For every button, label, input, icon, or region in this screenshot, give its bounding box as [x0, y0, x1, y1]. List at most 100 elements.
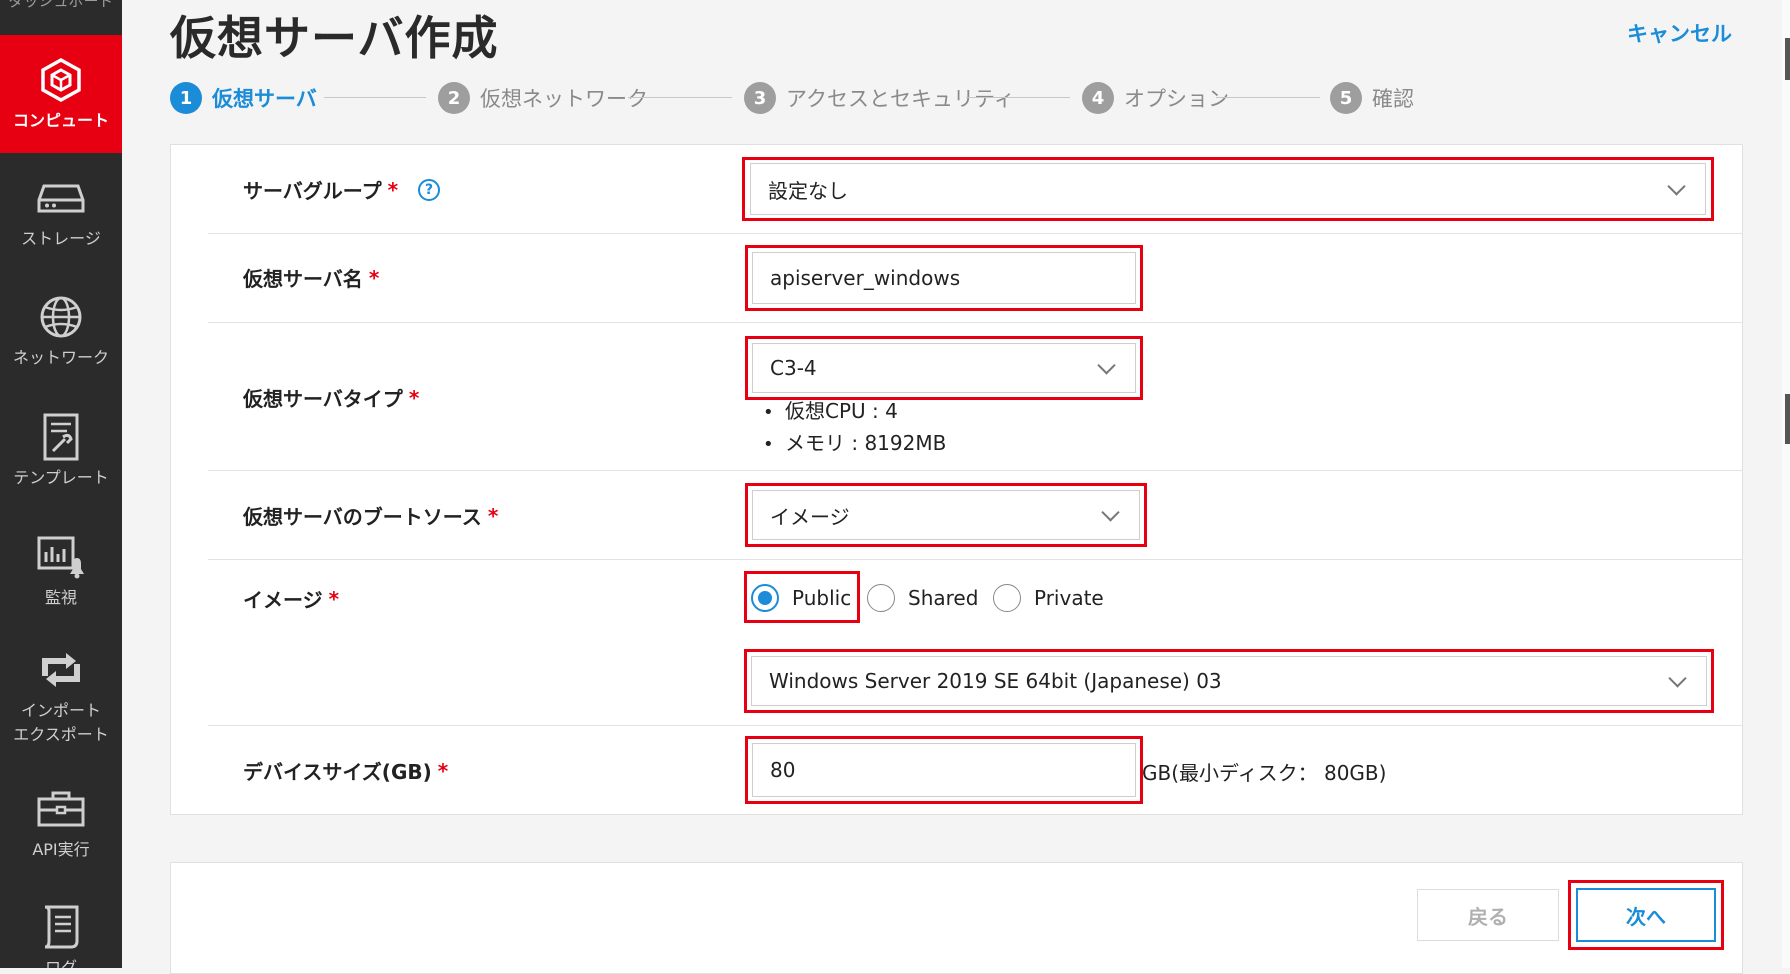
device-size-hint: GB(最小ディスク： 80GB) — [1142, 761, 1387, 785]
sidebar-item-label: インポート エクスポート — [13, 701, 109, 744]
sidebar-item-api[interactable]: API実行 — [0, 768, 122, 878]
image-radio-public[interactable]: Public — [751, 584, 851, 612]
boot-source-value: イメージ — [770, 504, 850, 529]
server-type-label: 仮想サーバタイプ — [243, 387, 403, 411]
scroll-marker — [1785, 394, 1790, 444]
boot-source-select[interactable]: イメージ — [752, 490, 1140, 540]
server-name-label: 仮想サーバ名 — [243, 267, 363, 291]
sidebar-item-label: API実行 — [32, 840, 90, 859]
server-type-specs: 仮想CPU : 4 メモリ : 8192MB — [763, 396, 946, 460]
radio-button — [867, 584, 895, 612]
step-number: 2 — [438, 82, 470, 114]
server-group-label-row: サーバグループ * ? — [243, 175, 441, 204]
server-name-label-row: 仮想サーバ名 * — [243, 263, 379, 292]
step-label: オプション — [1124, 87, 1229, 111]
sidebar-item-label: ログ — [44, 958, 77, 968]
step-options[interactable]: 4 オプション — [1082, 80, 1229, 116]
row-divider — [208, 725, 1742, 726]
spec-cpu: 仮想CPU : 4 — [763, 396, 946, 428]
step-label: アクセスとセキュリティ — [786, 87, 1015, 111]
boot-source-label-row: 仮想サーバのブートソース * — [243, 501, 498, 530]
radio-label: Public — [792, 586, 852, 610]
server-name-value: apiserver_windows — [770, 266, 961, 290]
chevron-down-icon — [1101, 503, 1120, 522]
server-group-value: 設定なし — [768, 178, 848, 203]
radio-button — [993, 584, 1021, 612]
scroll-marker — [1785, 38, 1790, 80]
step-number: 3 — [744, 82, 776, 114]
image-radio-shared[interactable]: Shared — [867, 584, 978, 612]
server-type-label-row: 仮想サーバタイプ * — [243, 383, 419, 412]
log-icon — [36, 902, 86, 952]
device-size-value: 80 — [770, 758, 796, 782]
image-value: Windows Server 2019 SE 64bit (Japanese) … — [769, 669, 1222, 693]
server-type-select[interactable]: C3-4 — [752, 343, 1136, 393]
step-connector — [324, 97, 426, 98]
image-label-row: イメージ * — [243, 584, 339, 613]
step-confirm[interactable]: 5 確認 — [1330, 80, 1414, 116]
window-edge — [1782, 0, 1790, 968]
storage-icon — [36, 173, 86, 223]
monitor-icon — [36, 532, 86, 582]
radio-button — [751, 584, 779, 612]
step-label: 確認 — [1372, 87, 1414, 111]
back-button[interactable]: 戻る — [1417, 889, 1559, 941]
globe-icon — [36, 292, 86, 342]
help-icon[interactable]: ? — [418, 178, 441, 201]
page-title: 仮想サーバ作成 — [170, 11, 499, 65]
required-mark: * — [387, 177, 399, 202]
chevron-down-icon — [1667, 177, 1686, 196]
image-radio-private[interactable]: Private — [993, 584, 1104, 612]
sidebar-item-monitor[interactable]: 監視 — [0, 516, 122, 626]
server-group-label: サーバグループ — [243, 179, 382, 203]
sidebar-item-import-export[interactable]: インポート エクスポート — [0, 636, 122, 756]
step-connector — [628, 97, 732, 98]
step-number: 1 — [170, 82, 202, 114]
sidebar-item-label: テンプレート — [13, 468, 109, 487]
step-virtual-server[interactable]: 1 仮想サーバ — [170, 80, 317, 116]
step-virtual-network[interactable]: 2 仮想ネットワーク — [438, 80, 648, 116]
sidebar-item-storage[interactable]: ストレージ — [0, 157, 122, 267]
row-divider — [208, 233, 1742, 234]
cancel-link[interactable]: キャンセル — [1627, 18, 1732, 48]
step-number: 4 — [1082, 82, 1114, 114]
required-mark: * — [328, 586, 340, 611]
boot-source-label: 仮想サーバのブートソース — [243, 505, 482, 529]
import-export-icon — [36, 645, 86, 695]
wizard-stepper: 1 仮想サーバ 2 仮想ネットワーク 3 アクセスとセキュリティ 4 オプション… — [0, 80, 1790, 116]
sidebar-item-label: 監視 — [44, 588, 77, 607]
row-divider — [208, 559, 1742, 560]
radio-label: Shared — [908, 586, 979, 610]
step-access-security[interactable]: 3 アクセスとセキュリティ — [744, 80, 1015, 116]
step-label: 仮想サーバ — [212, 87, 317, 111]
chevron-down-icon — [1668, 669, 1687, 688]
chevron-down-icon — [1097, 356, 1116, 375]
required-mark: * — [408, 385, 420, 410]
step-connector — [966, 97, 1070, 98]
toolbox-icon — [36, 784, 86, 834]
required-mark: * — [437, 758, 449, 783]
step-connector — [1216, 97, 1320, 98]
required-mark: * — [368, 265, 380, 290]
spec-memory: メモリ : 8192MB — [763, 428, 946, 460]
image-label: イメージ — [243, 588, 323, 612]
row-divider — [208, 322, 1742, 323]
sidebar-item-network[interactable]: ネットワーク — [0, 276, 122, 386]
next-button[interactable]: 次へ — [1576, 888, 1716, 942]
server-group-select[interactable]: 設定なし — [750, 163, 1706, 215]
sidebar-item-dashboard-label[interactable]: ダッシュボード — [0, 0, 122, 11]
sidebar-item-label: ネットワーク — [12, 348, 109, 367]
sidebar-item-template[interactable]: テンプレート — [0, 396, 122, 506]
action-bar: 戻る 次へ — [170, 862, 1743, 974]
server-type-value: C3-4 — [770, 356, 817, 380]
row-divider — [208, 470, 1742, 471]
device-size-label: デバイスサイズ(GB) — [243, 760, 432, 784]
server-name-input[interactable]: apiserver_windows — [752, 252, 1136, 304]
device-size-input[interactable]: 80 — [752, 743, 1136, 797]
template-icon — [36, 412, 86, 462]
sidebar-item-log[interactable]: ログ — [0, 886, 122, 968]
image-select[interactable]: Windows Server 2019 SE 64bit (Japanese) … — [751, 656, 1707, 706]
step-label: 仮想ネットワーク — [480, 87, 648, 111]
sidebar-item-label: ストレージ — [21, 229, 101, 248]
device-size-label-row: デバイスサイズ(GB) * — [243, 756, 448, 785]
